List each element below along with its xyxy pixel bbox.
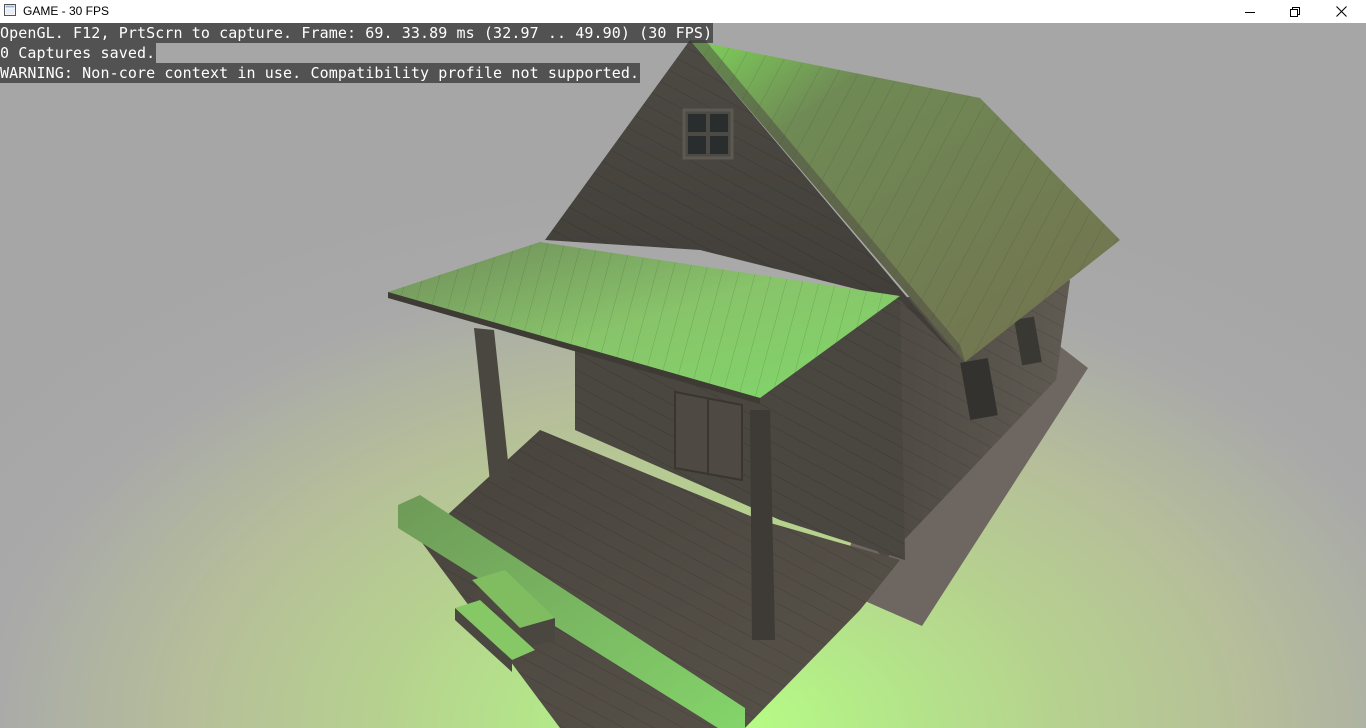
restore-button[interactable]: [1272, 0, 1318, 23]
porch-post: [474, 328, 510, 482]
frame-stats-text: OpenGL. F12, PrtScrn to capture. Frame: …: [0, 23, 714, 43]
close-button[interactable]: [1318, 0, 1364, 23]
context-warning-text: WARNING: Non-core context in use. Compat…: [0, 63, 641, 83]
front-door: [674, 390, 743, 482]
close-icon: [1335, 6, 1347, 17]
minimize-icon: [1245, 11, 1255, 13]
window-titlebar[interactable]: GAME - 30 FPS: [0, 0, 1366, 23]
cabin-scene: [388, 40, 1120, 728]
game-viewport[interactable]: [0, 23, 1366, 728]
attic-window: [682, 108, 734, 160]
window-title: GAME - 30 FPS: [23, 4, 110, 18]
minimize-button[interactable]: [1227, 0, 1273, 23]
restore-icon: [1290, 6, 1300, 17]
debug-overlay: OpenGL. F12, PrtScrn to capture. Frame: …: [0, 23, 714, 83]
app-icon: [4, 4, 16, 16]
captures-saved-text: 0 Captures saved.: [0, 43, 157, 63]
